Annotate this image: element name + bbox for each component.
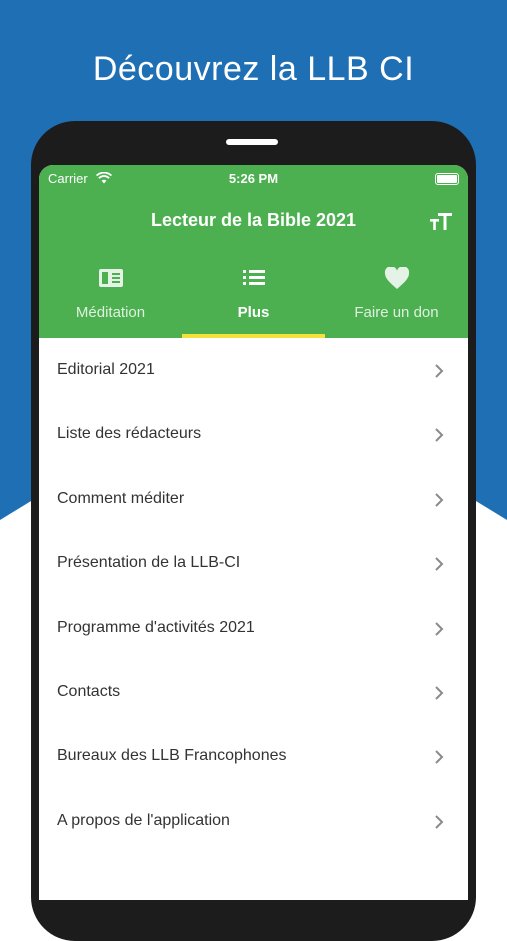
menu-item-programme[interactable]: Programme d'activités 2021 — [39, 596, 468, 660]
menu-item-presentation[interactable]: Présentation de la LLB-CI — [39, 531, 468, 595]
menu-item-editorial[interactable]: Editorial 2021 — [39, 338, 468, 402]
battery-icon — [435, 173, 459, 185]
chevron-right-icon — [434, 749, 444, 770]
tab-meditation-label: Méditation — [75, 304, 146, 321]
chevron-right-icon — [434, 363, 444, 384]
menu-item-bureaux[interactable]: Bureaux des LLB Francophones — [39, 724, 468, 788]
menu-item-label: Contacts — [57, 682, 121, 700]
more-menu-list: Editorial 2021 Liste des rédacteurs Comm… — [39, 338, 468, 853]
text-size-icon — [430, 213, 452, 230]
chevron-right-icon — [434, 427, 444, 448]
text-size-button[interactable] — [428, 209, 454, 231]
status-bar: Carrier 5:26 PM — [39, 171, 468, 189]
menu-item-label: Présentation de la LLB-CI — [57, 554, 241, 572]
menu-item-label: Comment méditer — [57, 489, 185, 507]
tab-meditation[interactable]: Méditation — [39, 257, 182, 338]
app-title: Lecteur de la Bible 2021 — [150, 210, 357, 230]
chevron-right-icon — [434, 621, 444, 642]
status-time: 5:26 PM — [228, 171, 279, 186]
menu-item-label: Bureaux des LLB Francophones — [57, 747, 287, 765]
chevron-right-icon — [434, 685, 444, 706]
tab-bar: Méditation Plus Faire un don — [39, 257, 468, 338]
menu-item-label: Liste des rédacteurs — [57, 425, 202, 443]
chevron-right-icon — [434, 814, 444, 835]
book-icon — [39, 267, 182, 293]
list-icon — [182, 267, 325, 293]
menu-item-label: A propos de l'application — [57, 811, 230, 829]
chevron-right-icon — [434, 556, 444, 577]
tab-donate[interactable]: Faire un don — [325, 257, 468, 338]
heart-icon — [325, 267, 468, 293]
menu-item-contacts[interactable]: Contacts — [39, 660, 468, 724]
phone-speaker — [226, 139, 278, 145]
tab-donate-label: Faire un don — [354, 304, 439, 321]
menu-item-comment-mediter[interactable]: Comment méditer — [39, 467, 468, 531]
menu-item-redacteurs[interactable]: Liste des rédacteurs — [39, 402, 468, 466]
menu-item-label: Editorial 2021 — [57, 361, 155, 378]
menu-item-label: Programme d'activités 2021 — [57, 618, 255, 636]
app-screen: Carrier 5:26 PM Lecteur de la Bible 2021… — [39, 165, 468, 900]
app-header: Carrier 5:26 PM Lecteur de la Bible 2021… — [39, 165, 468, 338]
tab-plus[interactable]: Plus — [182, 257, 325, 338]
chevron-right-icon — [434, 492, 444, 513]
promo-headline: Découvrez la LLB CI — [92, 50, 415, 88]
menu-item-a-propos[interactable]: A propos de l'application — [39, 789, 468, 853]
tab-plus-label: Plus — [237, 304, 270, 321]
